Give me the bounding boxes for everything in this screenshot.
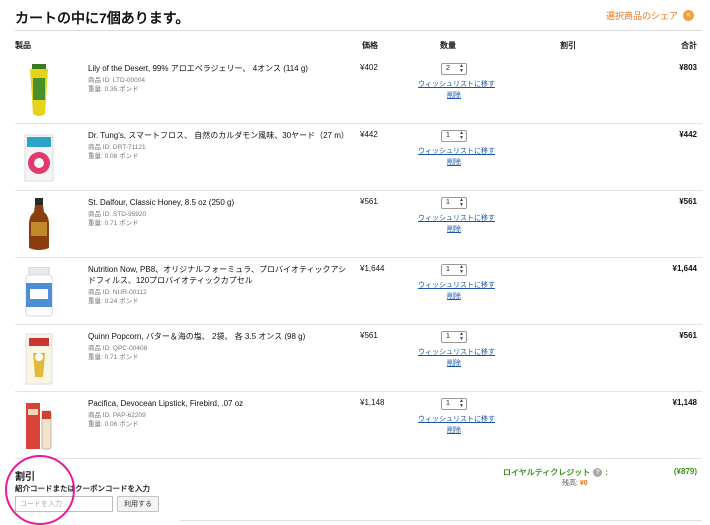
cart-row: Quinn Popcorn, バター＆海の塩、 2袋、 各 3.5 オンス (9… bbox=[15, 325, 702, 392]
select-arrows-icon: ▲ ▼ bbox=[459, 331, 464, 342]
cart-row: Nutrition Now, PB8、オリジナルフォーミュラ、プロバイオティック… bbox=[15, 258, 702, 325]
product-name[interactable]: Lily of the Desert, 99% アロエベラジェリー、 4オンス … bbox=[88, 63, 353, 74]
share-selected-link[interactable]: 選択商品のシェア < bbox=[606, 9, 694, 22]
product-name[interactable]: Pacifica, Devocean Lipstick, Firebird, .… bbox=[88, 398, 353, 409]
product-thumbnail-probiotic[interactable] bbox=[20, 264, 58, 320]
quantity-select[interactable]: 2 ▲ ▼ bbox=[441, 63, 467, 75]
move-to-wishlist-link[interactable]: ウィッシュリストに移す bbox=[418, 213, 495, 223]
discount-title: 割引 bbox=[15, 472, 35, 483]
product-weight: 重量: 0.71 ポンド bbox=[88, 354, 139, 361]
product-id: 商品 ID: NUR-00112 bbox=[88, 289, 147, 296]
move-to-wishlist-link[interactable]: ウィッシュリストに移す bbox=[418, 414, 495, 424]
column-header-discount: 割引 bbox=[560, 41, 576, 50]
product-weight: 重量: 0.71 ポンド bbox=[88, 220, 139, 227]
product-id: 商品 ID: QPC-00408 bbox=[88, 345, 148, 352]
select-arrows-icon: ▲ ▼ bbox=[459, 197, 464, 208]
product-weight: 重量: 0.24 ポンド bbox=[88, 298, 139, 305]
quantity-select[interactable]: 1 ▲ ▼ bbox=[441, 398, 467, 410]
unit-price: ¥561 bbox=[360, 197, 378, 206]
share-icon: < bbox=[683, 10, 694, 21]
quantity-select[interactable]: 1 ▲ ▼ bbox=[441, 264, 467, 276]
remove-link[interactable]: 削除 bbox=[447, 291, 461, 301]
product-thumbnail-honey[interactable] bbox=[20, 197, 58, 253]
move-to-wishlist-link[interactable]: ウィッシュリストに移す bbox=[418, 146, 495, 156]
loyalty-credit-text: ロイヤルティクレジット bbox=[503, 468, 591, 477]
product-name[interactable]: St. Dalfour, Classic Honey, 8.5 oz (250 … bbox=[88, 197, 353, 208]
unit-price: ¥1,644 bbox=[360, 264, 385, 273]
quantity-value: 1 bbox=[446, 132, 450, 139]
page-title: カートの中に7個あります。 bbox=[15, 10, 190, 26]
quantity-select[interactable]: 1 ▲ ▼ bbox=[441, 130, 467, 142]
product-thumbnail-aloe-gel[interactable] bbox=[20, 63, 58, 119]
line-total: ¥1,148 bbox=[672, 398, 697, 407]
bottom-divider bbox=[180, 520, 702, 521]
product-thumbnail-lipstick[interactable] bbox=[20, 398, 58, 454]
line-total: ¥1,644 bbox=[672, 264, 697, 273]
line-total: ¥561 bbox=[679, 331, 697, 340]
balance-label: 残高: bbox=[562, 480, 580, 487]
quantity-value: 1 bbox=[446, 333, 450, 340]
unit-price: ¥402 bbox=[360, 63, 378, 72]
cart-row: St. Dalfour, Classic Honey, 8.5 oz (250 … bbox=[15, 191, 702, 258]
quantity-select[interactable]: 1 ▲ ▼ bbox=[441, 331, 467, 343]
quantity-value: 2 bbox=[446, 65, 450, 72]
select-arrows-icon: ▲ ▼ bbox=[459, 398, 464, 409]
top-divider bbox=[15, 30, 702, 31]
move-to-wishlist-link[interactable]: ウィッシュリストに移す bbox=[418, 280, 495, 290]
column-header-total: 合計 bbox=[681, 41, 697, 50]
cart-row: Dr. Tung's, スマートフロス、 自然のカルダモン風味、30ヤード（27… bbox=[15, 124, 702, 191]
apply-coupon-button[interactable]: 利用する bbox=[117, 496, 159, 512]
quantity-value: 1 bbox=[446, 266, 450, 273]
product-weight: 重量: 0.06 ポンド bbox=[88, 421, 139, 428]
remove-link[interactable]: 削除 bbox=[447, 90, 461, 100]
balance-value: ¥0 bbox=[579, 480, 588, 487]
coupon-code-input[interactable] bbox=[15, 496, 113, 512]
product-weight: 重量: 0.08 ポンド bbox=[88, 153, 139, 160]
move-to-wishlist-link[interactable]: ウィッシュリストに移す bbox=[418, 347, 495, 357]
quantity-value: 1 bbox=[446, 400, 450, 407]
move-to-wishlist-link[interactable]: ウィッシュリストに移す bbox=[418, 79, 495, 89]
remove-link[interactable]: 削除 bbox=[447, 157, 461, 167]
line-total: ¥561 bbox=[679, 197, 697, 206]
product-id: 商品 ID: DRT-71121 bbox=[88, 144, 146, 151]
product-weight: 重量: 0.35 ポンド bbox=[88, 86, 139, 93]
share-label: 選択商品のシェア bbox=[605, 11, 678, 21]
loyalty-colon: : bbox=[605, 468, 608, 477]
column-header-price: 価格 bbox=[362, 41, 378, 50]
product-name[interactable]: Dr. Tung's, スマートフロス、 自然のカルダモン風味、30ヤード（27… bbox=[88, 130, 353, 141]
coupon-instructions: 紹介コードまたはクーポンコードを入力 bbox=[15, 484, 150, 493]
line-total: ¥803 bbox=[679, 63, 697, 72]
product-id: 商品 ID: STD-95920 bbox=[88, 211, 147, 218]
cart-row: Pacifica, Devocean Lipstick, Firebird, .… bbox=[15, 392, 702, 459]
select-arrows-icon: ▲ ▼ bbox=[459, 264, 464, 275]
product-thumbnail-floss[interactable] bbox=[20, 130, 58, 186]
column-header-quantity: 数量 bbox=[440, 41, 456, 50]
cart-row: Lily of the Desert, 99% アロエベラジェリー、 4オンス … bbox=[15, 57, 702, 124]
line-total: ¥442 bbox=[679, 130, 697, 139]
remove-link[interactable]: 削除 bbox=[447, 224, 461, 234]
product-id: 商品 ID: PAP-62209 bbox=[88, 412, 146, 419]
loyalty-credit-label: ロイヤルティクレジット ? : bbox=[503, 467, 608, 478]
product-name[interactable]: Nutrition Now, PB8、オリジナルフォーミュラ、プロバイオティック… bbox=[88, 264, 353, 286]
loyalty-balance: 残高: ¥0 bbox=[562, 478, 588, 488]
product-id: 商品 ID: LTD-00004 bbox=[88, 77, 145, 84]
select-arrows-icon: ▲ ▼ bbox=[459, 63, 464, 74]
unit-price: ¥561 bbox=[360, 331, 378, 340]
help-icon[interactable]: ? bbox=[593, 468, 603, 477]
quantity-select[interactable]: 1 ▲ ▼ bbox=[441, 197, 467, 209]
remove-link[interactable]: 削除 bbox=[447, 358, 461, 368]
unit-price: ¥442 bbox=[360, 130, 378, 139]
remove-link[interactable]: 削除 bbox=[447, 425, 461, 435]
loyalty-credit-amount: (¥879) bbox=[673, 467, 697, 476]
column-header-product: 製品 bbox=[15, 41, 31, 50]
product-name[interactable]: Quinn Popcorn, バター＆海の塩、 2袋、 各 3.5 オンス (9… bbox=[88, 331, 353, 342]
product-thumbnail-popcorn[interactable] bbox=[20, 331, 58, 387]
quantity-value: 1 bbox=[446, 199, 450, 206]
unit-price: ¥1,148 bbox=[360, 398, 385, 407]
select-arrows-icon: ▲ ▼ bbox=[459, 130, 464, 141]
